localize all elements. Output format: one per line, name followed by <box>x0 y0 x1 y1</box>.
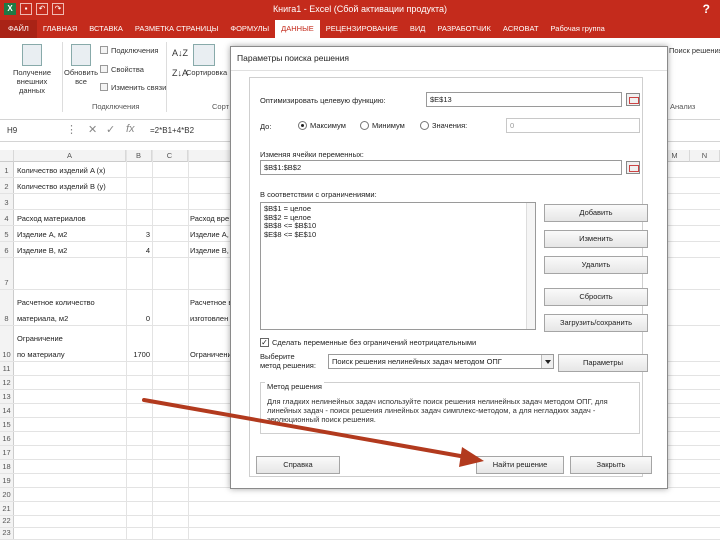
params-button[interactable]: Параметры <box>558 354 648 372</box>
tab-workgroup[interactable]: Рабочая группа <box>545 20 611 38</box>
dialog-title: Параметры поиска решения <box>231 47 667 71</box>
name-box[interactable]: H9 <box>4 124 54 138</box>
load-save-button[interactable]: Загрузить/сохранить <box>544 314 648 332</box>
tab-insert[interactable]: ВСТАВКА <box>83 20 129 38</box>
add-button[interactable]: Добавить <box>544 204 648 222</box>
radio-value-dot <box>420 121 429 130</box>
formula-text[interactable]: =2*B1+4*B2 <box>150 126 194 135</box>
table-row: 20 <box>0 488 720 502</box>
radio-max-dot <box>298 121 307 130</box>
method-group-title: Метод решения <box>265 382 324 391</box>
sort-icon <box>193 44 215 66</box>
tab-view[interactable]: ВИД <box>404 20 431 38</box>
refresh-all-button[interactable]: Обновить все <box>64 44 98 86</box>
radio-min-dot <box>360 121 369 130</box>
title-bar: X ▪ ↶ ↷ Книга1 - Excel (Сбой активации п… <box>0 0 720 20</box>
ribbon-separator <box>62 42 63 112</box>
radio-min[interactable]: Минимум <box>360 121 405 130</box>
sort-label: Сортировка <box>186 68 228 77</box>
solve-button[interactable]: Найти решение <box>476 456 564 474</box>
delete-button[interactable]: Удалить <box>544 256 648 274</box>
connections-icon <box>100 46 108 54</box>
sort-button[interactable]: Сортировка <box>186 44 228 77</box>
method-description: Для гладких нелинейных задач используйте… <box>267 397 608 424</box>
window-title: Книга1 - Excel (Сбой активации продукта) <box>272 4 448 14</box>
method-label-line2: метод решения: <box>260 361 316 370</box>
group-sort-label: Сорт <box>212 102 230 111</box>
tab-page-layout[interactable]: РАЗМЕТКА СТРАНИЦЫ <box>129 20 224 38</box>
nonneg-checkbox[interactable]: ✓ Сделать переменные без ограничений неот… <box>260 338 476 347</box>
table-row: 22 <box>0 516 720 528</box>
function-icon[interactable]: fx <box>126 123 135 135</box>
enter-icon[interactable]: ✓ <box>106 123 115 136</box>
method-label-line1: Выберите <box>260 352 295 361</box>
help-dialog-button[interactable]: Справка <box>256 456 340 474</box>
name-box-dropdown-icon[interactable]: ⋮ <box>66 123 77 136</box>
dialog-body: Оптимизировать целевую функцию: $E$13 До… <box>249 77 652 477</box>
reset-button[interactable]: Сбросить <box>544 288 648 306</box>
checkmark-icon: ✓ <box>260 338 269 347</box>
radio-max[interactable]: Максимум <box>298 121 346 130</box>
changing-cells-input[interactable]: $B$1:$B$2 <box>260 160 622 175</box>
value-input[interactable]: 0 <box>506 118 640 133</box>
close-button[interactable]: Закрыть <box>570 456 652 474</box>
column-header-a[interactable]: A <box>14 150 126 162</box>
method-group: Метод решения Для гладких нелинейных зад… <box>260 382 640 434</box>
tab-data[interactable]: ДАННЫЕ <box>275 20 320 38</box>
constraints-label: В соответствии с ограничениями: <box>260 190 377 199</box>
changing-cells-ref-icon[interactable] <box>626 161 640 174</box>
radio-value[interactable]: Значения: <box>420 121 467 130</box>
edit-links-icon <box>100 83 108 91</box>
tab-file[interactable]: ФАЙЛ <box>0 20 37 38</box>
chevron-down-icon[interactable] <box>541 355 553 368</box>
changing-cells-label: Изменяя ячейки переменных: <box>260 150 364 159</box>
ribbon-separator <box>166 42 167 112</box>
tab-review[interactable]: РЕЦЕНЗИРОВАНИЕ <box>320 20 404 38</box>
get-external-data-button[interactable]: Получение внешних данных <box>4 44 60 95</box>
constraints-list[interactable]: $B$1 = целое $B$2 = целое $B$8 <= $B$10 … <box>260 202 536 330</box>
refresh-all-label: Обновить все <box>64 68 98 86</box>
objective-ref-icon[interactable] <box>626 93 640 106</box>
select-all-corner[interactable] <box>0 150 14 162</box>
column-header-c[interactable]: C <box>152 150 188 162</box>
properties-button[interactable]: Свойства <box>100 65 144 74</box>
properties-icon <box>100 65 108 73</box>
column-header-n[interactable]: N <box>690 150 720 162</box>
to-label: До: <box>260 122 272 131</box>
database-icon <box>22 44 42 66</box>
help-button[interactable]: ? <box>703 2 710 16</box>
change-button[interactable]: Изменить <box>544 230 648 248</box>
constraints-scrollbar[interactable] <box>526 203 535 329</box>
group-analysis-label: Анализ <box>670 102 696 111</box>
tab-formulas[interactable]: ФОРМУЛЫ <box>224 20 275 38</box>
connections-button[interactable]: Подключения <box>100 46 158 55</box>
objective-label: Оптимизировать целевую функцию: <box>260 96 386 105</box>
get-external-data-label: Получение внешних данных <box>12 68 52 95</box>
refresh-icon <box>71 44 91 66</box>
objective-input[interactable]: $E$13 <box>426 92 622 107</box>
tab-developer[interactable]: РАЗРАБОТЧИК <box>431 20 496 38</box>
tab-acrobat[interactable]: ACROBAT <box>497 20 545 38</box>
edit-links-button[interactable]: Изменить связи <box>100 83 166 92</box>
method-select[interactable]: Поиск решения нелинейных задач методом О… <box>328 354 554 369</box>
table-row: 23 <box>0 528 720 540</box>
ribbon-tabs: ФАЙЛ ГЛАВНАЯ ВСТАВКА РАЗМЕТКА СТРАНИЦЫ Ф… <box>0 20 720 38</box>
cancel-icon[interactable]: ✕ <box>88 123 97 136</box>
list-item[interactable]: $E$8 <= $E$10 <box>264 230 532 240</box>
tab-home[interactable]: ГЛАВНАЯ <box>37 20 83 38</box>
table-row: 21 <box>0 502 720 516</box>
solver-dialog: Параметры поиска решения Оптимизировать … <box>230 46 668 489</box>
group-connections-label: Подключения <box>92 102 140 111</box>
column-header-b[interactable]: B <box>126 150 152 162</box>
